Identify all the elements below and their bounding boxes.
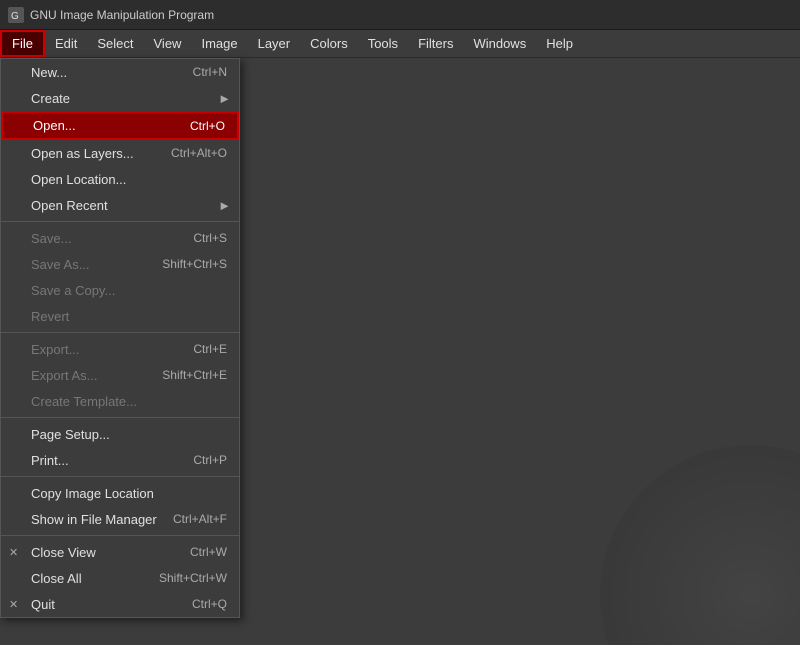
menu-item-select[interactable]: Select (87, 30, 143, 57)
menu-close-view[interactable]: ✕ Close View Ctrl+W (1, 539, 239, 565)
menu-export-as: Export As... Shift+Ctrl+E (1, 362, 239, 388)
menu-save: Save... Ctrl+S (1, 225, 239, 251)
menu-revert: Revert (1, 303, 239, 329)
menu-page-setup[interactable]: Page Setup... (1, 421, 239, 447)
menu-item-colors[interactable]: Colors (300, 30, 358, 57)
title-bar: G GNU Image Manipulation Program (0, 0, 800, 30)
menu-item-file[interactable]: File (0, 30, 45, 57)
menu-item-help[interactable]: Help (536, 30, 583, 57)
file-dropdown-menu: New... Ctrl+N Create ► Open... Ctrl+O Op… (0, 58, 240, 618)
svg-text:G: G (11, 11, 19, 22)
menu-new[interactable]: New... Ctrl+N (1, 59, 239, 85)
menu-show-in-file-manager[interactable]: Show in File Manager Ctrl+Alt+F (1, 506, 239, 532)
menu-bar: File Edit Select View Image Layer Colors… (0, 30, 800, 58)
separator-2 (1, 332, 239, 333)
menu-create-template: Create Template... (1, 388, 239, 414)
menu-export: Export... Ctrl+E (1, 336, 239, 362)
separator-4 (1, 476, 239, 477)
menu-item-layer[interactable]: Layer (248, 30, 301, 57)
app-icon: G (8, 7, 24, 23)
menu-close-all[interactable]: Close All Shift+Ctrl+W (1, 565, 239, 591)
menu-save-as: Save As... Shift+Ctrl+S (1, 251, 239, 277)
menu-open[interactable]: Open... Ctrl+O (1, 111, 239, 140)
title-bar-text: GNU Image Manipulation Program (30, 8, 214, 22)
separator-3 (1, 417, 239, 418)
create-submenu-arrow: ► (218, 91, 231, 106)
menu-open-recent[interactable]: Open Recent ► (1, 192, 239, 218)
menu-item-windows[interactable]: Windows (463, 30, 536, 57)
quit-icon: ✕ (9, 598, 18, 611)
menu-item-edit[interactable]: Edit (45, 30, 87, 57)
bg-decoration (600, 445, 800, 645)
menu-copy-image-location[interactable]: Copy Image Location (1, 480, 239, 506)
separator-1 (1, 221, 239, 222)
menu-item-tools[interactable]: Tools (358, 30, 408, 57)
menu-item-image[interactable]: Image (191, 30, 247, 57)
menu-print[interactable]: Print... Ctrl+P (1, 447, 239, 473)
main-content: New... Ctrl+N Create ► Open... Ctrl+O Op… (0, 58, 800, 645)
menu-item-filters[interactable]: Filters (408, 30, 463, 57)
menu-save-copy: Save a Copy... (1, 277, 239, 303)
menu-quit[interactable]: ✕ Quit Ctrl+Q (1, 591, 239, 617)
menu-open-location[interactable]: Open Location... (1, 166, 239, 192)
menu-open-as-layers[interactable]: Open as Layers... Ctrl+Alt+O (1, 140, 239, 166)
menu-create[interactable]: Create ► (1, 85, 239, 111)
menu-item-view[interactable]: View (144, 30, 192, 57)
close-view-icon: ✕ (9, 546, 18, 559)
open-recent-arrow: ► (218, 198, 231, 213)
separator-5 (1, 535, 239, 536)
